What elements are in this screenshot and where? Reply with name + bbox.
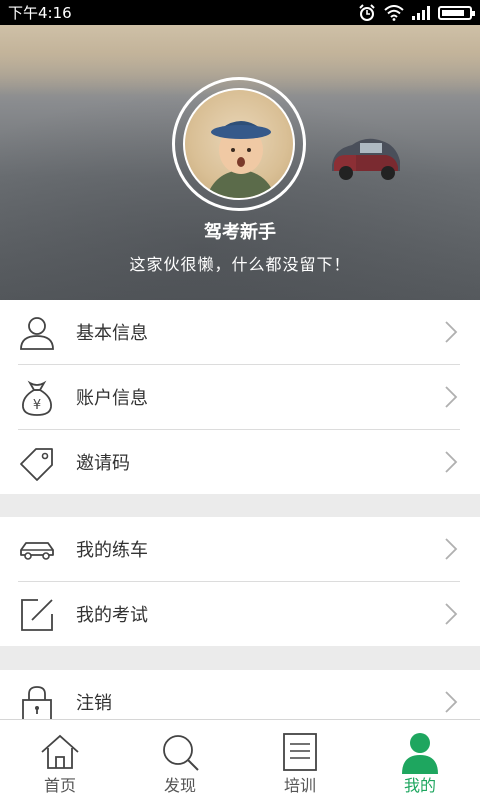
signature: 这家伙很懒，什么都没留下！ [129, 255, 351, 274]
avatar[interactable] [183, 88, 295, 200]
chevron-right-icon [445, 603, 458, 625]
battery-icon [438, 5, 475, 20]
tag-icon [20, 448, 53, 481]
bottom-tab-bar: 首页 发现 培训 我的 [0, 719, 480, 800]
person-icon [402, 733, 438, 774]
tab-label: 我的 [403, 776, 436, 795]
money-bag-icon: ¥ [22, 380, 52, 416]
tab-label: 发现 [163, 776, 196, 795]
lock-icon [22, 686, 52, 719]
avatar-illustration [206, 121, 276, 198]
profile-header: 驾考新手 这家伙很懒，什么都没留下！ [0, 25, 480, 300]
svg-text:¥: ¥ [33, 398, 41, 413]
menu-item-invite-code[interactable]: 邀请码 [0, 430, 480, 494]
menu-item-my-exam[interactable]: 我的考试 [0, 582, 480, 646]
menu-item-label: 我的考试 [76, 605, 148, 626]
search-icon [163, 735, 199, 771]
chevron-right-icon [445, 538, 458, 560]
menu-group-logout: 注销 [0, 670, 480, 719]
nickname: 驾考新手 [204, 222, 276, 243]
menu-item-my-practice[interactable]: 我的练车 [0, 517, 480, 581]
car-icon [20, 542, 54, 560]
signal-icon [412, 5, 430, 20]
wifi-icon [384, 4, 404, 21]
toy-car-image [332, 138, 400, 180]
tab-home[interactable]: 首页 [0, 720, 120, 800]
status-bar: 下午4:16 [0, 0, 480, 25]
chevron-right-icon [445, 386, 458, 408]
tab-label: 培训 [283, 776, 316, 795]
user-icon [20, 317, 54, 350]
menu-item-logout[interactable]: 注销 [0, 670, 480, 719]
chevron-right-icon [445, 321, 458, 343]
tab-training[interactable]: 培训 [240, 720, 360, 800]
alarm-icon [359, 3, 375, 21]
tab-discover[interactable]: 发现 [120, 720, 240, 800]
chevron-right-icon [445, 691, 458, 713]
menu-item-label: 基本信息 [76, 323, 148, 344]
tab-mine[interactable]: 我的 [360, 720, 480, 800]
menu-group-practice: 我的练车 我的考试 [0, 517, 480, 646]
status-icons [358, 3, 475, 22]
menu-group-account: 基本信息 ¥ 账户信息 邀请码 [0, 300, 480, 494]
edit-icon [21, 599, 53, 631]
status-time: 下午4:16 [8, 4, 72, 22]
menu-item-account-info[interactable]: ¥ 账户信息 [0, 365, 480, 429]
menu-item-label: 邀请码 [76, 453, 130, 474]
document-icon [283, 733, 317, 771]
menu-item-label: 我的练车 [76, 540, 148, 561]
menu-item-label: 账户信息 [76, 388, 148, 409]
menu-item-label: 注销 [76, 693, 112, 714]
menu-item-basic-info[interactable]: 基本信息 [0, 300, 480, 364]
tab-label: 首页 [43, 776, 76, 795]
chevron-right-icon [445, 451, 458, 473]
home-icon [41, 734, 79, 769]
